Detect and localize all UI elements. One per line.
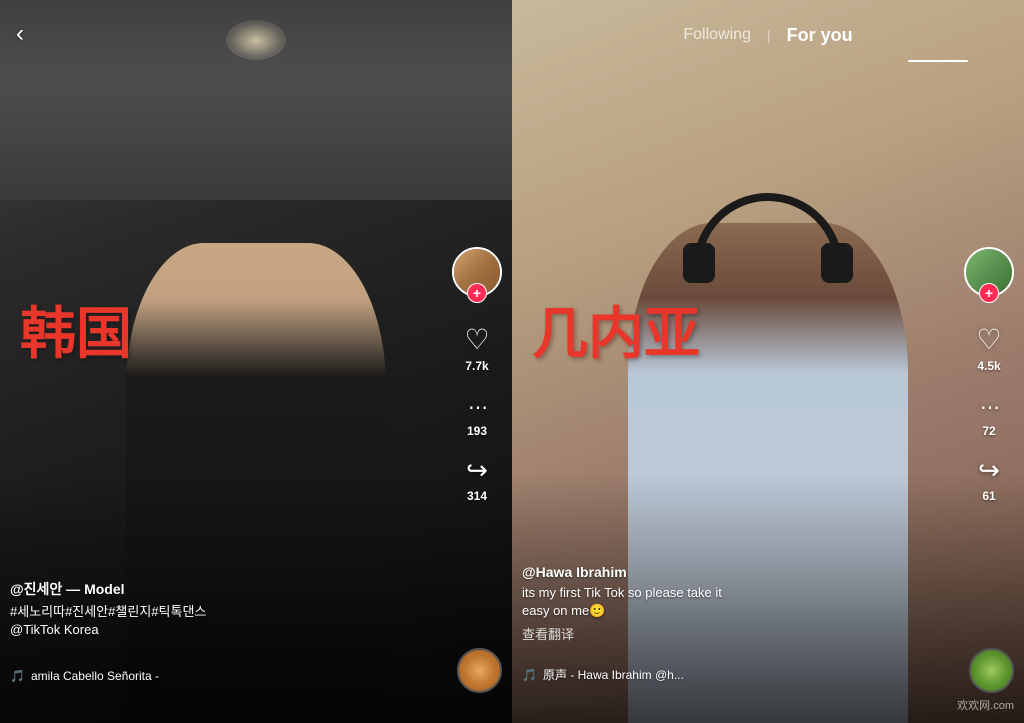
action-bar-left: + ♡ 7.7k 193 314 bbox=[452, 247, 502, 503]
comment-button-left[interactable]: 193 bbox=[467, 389, 487, 438]
disc-image-left bbox=[459, 650, 500, 691]
bottom-info-right: @Hawa Ibrahim its my first Tik Tok so pl… bbox=[522, 564, 954, 643]
bottom-info-left: @진세안 — Model #세노리따#진세안#챌린지#틱톡댄스@TikTok K… bbox=[10, 579, 442, 643]
like-count-left: 7.7k bbox=[465, 359, 488, 373]
for-you-tab[interactable]: For you bbox=[787, 25, 853, 46]
person-body-left bbox=[126, 243, 386, 723]
headphone-cup-left bbox=[683, 243, 715, 283]
follow-button-left[interactable]: + bbox=[467, 283, 487, 303]
follow-button-right[interactable]: + bbox=[979, 283, 999, 303]
heart-icon-right: ♡ bbox=[976, 323, 1001, 356]
top-gradient bbox=[0, 0, 512, 80]
share-icon-left bbox=[466, 454, 488, 486]
nav-divider: | bbox=[767, 27, 771, 43]
share-count-right: 61 bbox=[982, 489, 995, 503]
disc-thumbnail-left bbox=[459, 650, 500, 691]
music-disc-left[interactable] bbox=[457, 648, 502, 693]
avatar-right[interactable]: + bbox=[964, 247, 1014, 303]
like-count-right: 4.5k bbox=[977, 359, 1000, 373]
back-button[interactable]: ‹ bbox=[16, 20, 24, 48]
nav-underline bbox=[908, 60, 968, 62]
tiktok-logo-left: 🎵 bbox=[10, 669, 25, 683]
country-text-left: 韩国 bbox=[20, 289, 132, 370]
tiktok-logo-right: 🎵 bbox=[522, 668, 537, 682]
disc-image-right bbox=[971, 650, 1012, 691]
music-info-left: 🎵 amila Cabello Señorita - bbox=[10, 669, 432, 683]
comment-icon-left bbox=[468, 389, 486, 421]
comment-count-left: 193 bbox=[467, 424, 487, 438]
avatar-left[interactable]: + bbox=[452, 247, 502, 303]
comment-count-right: 72 bbox=[982, 424, 995, 438]
action-bar-right: + ♡ 4.5k 72 61 bbox=[964, 247, 1014, 503]
like-button-left[interactable]: ♡ 7.7k bbox=[464, 323, 489, 373]
share-button-right[interactable]: 61 bbox=[978, 454, 1000, 503]
share-button-left[interactable]: 314 bbox=[466, 454, 488, 503]
left-video-panel: ‹ 韩国 + ♡ 7.7k 193 314 @진세안 — Model #세노리 bbox=[0, 0, 512, 723]
description-left: #세노리따#진세안#챌린지#틱톡댄스@TikTok Korea bbox=[10, 603, 442, 639]
username-left[interactable]: @진세안 — Model bbox=[10, 579, 442, 599]
music-disc-right[interactable] bbox=[969, 648, 1014, 693]
description-right: its my first Tik Tok so please take itea… bbox=[522, 584, 954, 620]
like-button-right[interactable]: ♡ 4.5k bbox=[976, 323, 1001, 373]
share-icon-right bbox=[978, 454, 1000, 486]
top-nav: Following | For you bbox=[512, 0, 1024, 70]
country-text-right: 几内亚 bbox=[532, 289, 700, 370]
share-count-left: 314 bbox=[467, 489, 487, 503]
comment-button-right[interactable]: 72 bbox=[980, 389, 998, 438]
music-info-right: 🎵 原声 - Hawa Ibrahim @h... bbox=[522, 666, 944, 683]
music-text-left: amila Cabello Señorita - bbox=[31, 669, 159, 683]
right-video-panel: Following | For you 几内亚 + ♡ 4.5k 72 61 bbox=[512, 0, 1024, 723]
headphone-cup-right bbox=[821, 243, 853, 283]
heart-icon-left: ♡ bbox=[464, 323, 489, 356]
translate-link[interactable]: 查看翻译 bbox=[522, 624, 954, 643]
music-text-right: 原声 - Hawa Ibrahim @h... bbox=[543, 666, 684, 683]
username-right[interactable]: @Hawa Ibrahim bbox=[522, 564, 954, 580]
following-tab[interactable]: Following bbox=[683, 26, 751, 44]
disc-thumbnail-right bbox=[971, 650, 1012, 691]
watermark-right: 欢欢网.com bbox=[957, 697, 1014, 713]
comment-icon-right bbox=[980, 389, 998, 421]
